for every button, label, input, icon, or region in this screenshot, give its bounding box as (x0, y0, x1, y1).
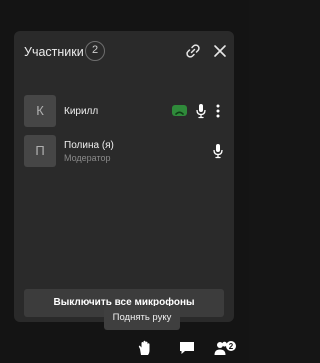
avatar: К (24, 95, 56, 127)
raise-hand-icon[interactable] (136, 340, 154, 356)
chat-icon[interactable] (178, 340, 196, 356)
raise-hand-tooltip: Поднять руку (104, 306, 180, 330)
participant-count-badge: 2 (85, 41, 105, 61)
participant-row[interactable]: П Полина (я) Модератор (24, 135, 224, 167)
microphone-icon[interactable] (195, 103, 207, 119)
video-status-icon (172, 105, 187, 116)
panel-header: Участники 2 (14, 31, 234, 75)
close-icon[interactable] (211, 42, 229, 60)
participant-row[interactable]: К Кирилл (24, 95, 224, 127)
more-vertical-icon[interactable] (215, 103, 221, 119)
participant-name: Кирилл (64, 106, 99, 117)
avatar: П (24, 135, 56, 167)
participants-count: 2 (229, 342, 234, 351)
participants-panel: Участники 2 К Кирилл П Полина (я) Модера… (14, 31, 234, 322)
meeting-window: Участники 2 К Кирилл П Полина (я) Модера… (0, 0, 249, 363)
panel-title: Участники (24, 45, 84, 59)
link-icon[interactable] (184, 42, 202, 60)
participant-name: Полина (я) (64, 140, 114, 151)
microphone-icon[interactable] (212, 143, 224, 159)
participant-role: Модератор (64, 153, 111, 163)
participants-icon[interactable]: 2 (214, 340, 236, 356)
